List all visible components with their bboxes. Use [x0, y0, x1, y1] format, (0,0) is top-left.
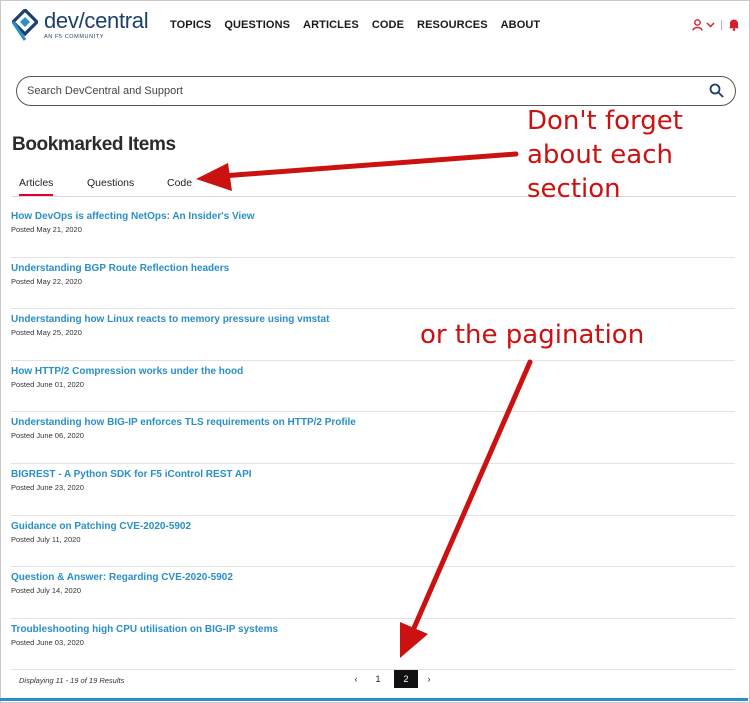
divider: |	[720, 18, 723, 31]
item-date: Posted June 23, 2020	[11, 482, 84, 492]
main-nav: TOPICS QUESTIONS ARTICLES CODE RESOURCES…	[170, 19, 553, 31]
bookmark-list: How DevOps is affecting NetOps: An Insid…	[11, 206, 735, 671]
nav-about[interactable]: ABOUT	[501, 19, 541, 31]
chevron-down-icon[interactable]	[706, 21, 715, 29]
list-item: How HTTP/2 Compression works under the h…	[11, 361, 735, 413]
list-item: How DevOps is affecting NetOps: An Insid…	[11, 206, 735, 258]
nav-articles[interactable]: ARTICLES	[303, 19, 359, 31]
brand-name: dev/central	[44, 8, 149, 33]
page-2-button[interactable]: 2	[394, 670, 418, 688]
search-icon[interactable]	[709, 83, 724, 98]
devcentral-logo[interactable]: dev/central AN F5 COMMUNITY	[12, 8, 149, 41]
nav-questions[interactable]: QUESTIONS	[224, 19, 290, 31]
item-title-link[interactable]: Understanding how BIG-IP enforces TLS re…	[11, 417, 735, 428]
item-title-link[interactable]: BIGREST - A Python SDK for F5 iControl R…	[11, 469, 735, 480]
list-item: Understanding BGP Route Reflection heade…	[11, 258, 735, 310]
search-bar	[16, 76, 736, 106]
annotation-sections: Don't forget about each section	[527, 104, 683, 206]
nav-code[interactable]: CODE	[372, 19, 404, 31]
list-item: Understanding how BIG-IP enforces TLS re…	[11, 412, 735, 464]
item-title-link[interactable]: Troubleshooting high CPU utilisation on …	[11, 624, 735, 635]
results-count: Displaying 11 - 19 of 19 Results	[19, 676, 125, 685]
item-date: Posted May 22, 2020	[11, 276, 82, 286]
prev-page-button[interactable]: ‹	[345, 670, 367, 688]
nav-resources[interactable]: RESOURCES	[417, 19, 488, 31]
footer-bar	[0, 698, 748, 701]
item-date: Posted July 11, 2020	[11, 534, 81, 544]
tab-questions[interactable]: Questions	[87, 177, 134, 189]
item-date: Posted June 03, 2020	[11, 637, 84, 647]
brand-subtitle: AN F5 COMMUNITY	[44, 34, 105, 40]
item-title-link[interactable]: Understanding BGP Route Reflection heade…	[11, 263, 735, 274]
next-page-button[interactable]: ›	[418, 670, 440, 688]
list-item: Guidance on Patching CVE-2020-5902 Poste…	[11, 516, 735, 568]
list-item: Troubleshooting high CPU utilisation on …	[11, 619, 735, 671]
item-date: Posted May 21, 2020	[11, 225, 82, 234]
logo-icon	[12, 9, 38, 41]
tab-articles[interactable]: Articles	[19, 177, 54, 196]
tab-code[interactable]: Code	[167, 177, 192, 189]
search-input[interactable]	[25, 84, 689, 98]
list-item: Question & Answer: Regarding CVE-2020-59…	[11, 567, 735, 619]
item-date: Posted June 06, 2020	[11, 431, 84, 441]
annotation-pagination: or the pagination	[420, 320, 645, 350]
item-title-link[interactable]: Guidance on Patching CVE-2020-5902	[11, 521, 735, 532]
page-title: Bookmarked Items	[12, 134, 176, 155]
bell-icon[interactable]	[728, 18, 740, 31]
annotation-line: section	[527, 174, 621, 204]
nav-topics[interactable]: TOPICS	[170, 19, 211, 31]
item-title-link[interactable]: How DevOps is affecting NetOps: An Insid…	[11, 211, 735, 222]
page-1-button[interactable]: 1	[367, 670, 389, 688]
list-item: BIGREST - A Python SDK for F5 iControl R…	[11, 464, 735, 516]
annotation-line: about each	[527, 140, 673, 170]
item-date: Posted July 14, 2020	[11, 586, 82, 596]
user-icon[interactable]	[692, 18, 703, 31]
user-menu: |	[692, 18, 740, 31]
pagination: ‹ 1 2 ›	[345, 670, 440, 688]
item-date: Posted June 01, 2020	[11, 379, 84, 389]
item-title-link[interactable]: How HTTP/2 Compression works under the h…	[11, 366, 735, 377]
item-title-link[interactable]: Question & Answer: Regarding CVE-2020-59…	[11, 572, 735, 583]
annotation-line: Don't forget	[527, 106, 683, 136]
